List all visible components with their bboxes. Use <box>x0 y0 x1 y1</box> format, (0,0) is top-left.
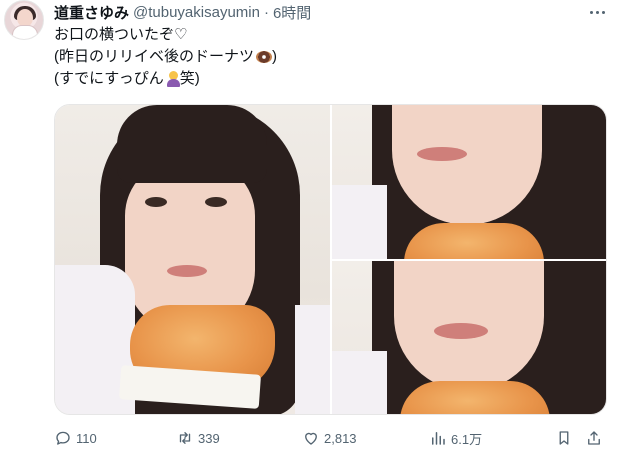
retweet-count: 339 <box>198 430 220 446</box>
tweet-line-text: (すでにすっぴん <box>54 70 164 87</box>
person-gesturing-emoji-icon <box>166 71 180 87</box>
share-icon <box>588 431 600 445</box>
photo-shirt <box>332 351 387 414</box>
tweet: 道重さゆみ @tubuyakisayumin · 6時間 お口の横ついたぞ♡ (… <box>0 0 640 456</box>
like-icon <box>305 432 317 445</box>
tweet-line-suffix: 笑) <box>179 70 200 87</box>
photo-1[interactable] <box>55 105 330 414</box>
photo-eye-right <box>205 197 227 207</box>
tweet-line-1: お口の横ついたぞ♡ <box>54 24 277 46</box>
photo-2[interactable] <box>332 105 606 259</box>
separator-dot: · <box>263 3 269 21</box>
more-dot <box>601 10 605 14</box>
tweet-line-2: (昨日のリリイベ後のドーナツ ) <box>54 46 277 68</box>
views-button[interactable]: 6.1万 <box>429 426 482 450</box>
views-icon <box>432 432 445 445</box>
user-handle[interactable]: @tubuyakisayumin <box>133 4 260 21</box>
photo-doughnut <box>400 381 550 414</box>
photo-lips <box>167 265 207 277</box>
retweet-button[interactable]: 339 <box>176 426 220 450</box>
photo-shirt <box>332 185 387 259</box>
retweet-icon <box>179 432 191 444</box>
post-time[interactable]: 6時間 <box>273 2 311 23</box>
tweet-line-text: (昨日のリリイベ後のドーナツ <box>54 48 254 65</box>
tweet-line-text: お口の横ついたぞ♡ <box>54 26 188 43</box>
doughnut-emoji-icon <box>256 51 272 63</box>
like-button[interactable]: 2,813 <box>302 426 357 450</box>
photo-bangs <box>117 105 267 183</box>
tweet-header: 道重さゆみ @tubuyakisayumin · 6時間 <box>54 2 311 22</box>
like-count: 2,813 <box>324 430 357 446</box>
photo-eye-left <box>145 197 167 207</box>
photo-3[interactable] <box>332 261 606 414</box>
photo-lips <box>417 147 467 161</box>
action-bar: 110 339 2,813 6.1万 <box>54 426 607 450</box>
reply-count: 110 <box>76 430 97 446</box>
more-dot <box>589 10 593 14</box>
avatar[interactable] <box>4 0 44 40</box>
reply-icon <box>56 431 70 445</box>
display-name[interactable]: 道重さゆみ <box>54 2 129 23</box>
photo-doughnut <box>404 223 544 259</box>
tweet-line-3: (すでにすっぴん 笑) <box>54 68 277 90</box>
bookmark-icon <box>559 431 569 445</box>
tweet-text: お口の横ついたぞ♡ (昨日のリリイベ後のドーナツ ) (すでにすっぴん 笑) <box>54 24 277 90</box>
photo-lips <box>434 323 488 339</box>
avatar-body <box>12 25 38 39</box>
views-count: 6.1万 <box>451 431 483 447</box>
photo-shirt-right <box>295 305 330 414</box>
more-dot <box>595 10 599 14</box>
more-icon[interactable] <box>585 2 609 22</box>
share-button[interactable] <box>585 426 603 450</box>
media-grid <box>54 104 607 415</box>
tweet-line-suffix: ) <box>272 48 277 65</box>
bookmark-button[interactable] <box>555 426 573 450</box>
reply-button[interactable]: 110 <box>54 426 97 450</box>
